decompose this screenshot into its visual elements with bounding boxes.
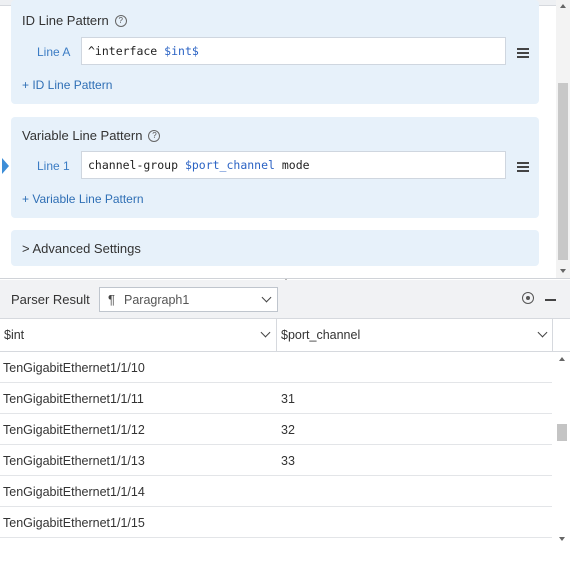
table-row[interactable]: TenGigabitEthernet1/1/10 [0,352,552,383]
cell-int: TenGigabitEthernet1/1/12 [3,423,145,437]
paragraph-select-value: Paragraph1 [124,293,190,307]
cell-port-channel: 31 [281,392,295,406]
cell-port-channel: 33 [281,454,295,468]
cell-int: TenGigabitEthernet1/1/14 [3,485,145,499]
table-scrollbar[interactable] [554,352,570,544]
cell-int: TenGigabitEthernet1/1/11 [3,392,144,406]
scrollbar-thumb[interactable] [558,83,568,260]
chevron-down-icon[interactable] [260,327,271,338]
scroll-up-arrow-icon[interactable] [559,357,565,361]
pattern-text: channel-group [88,158,185,172]
paragraph-select[interactable]: ¶ Paragraph1 [99,287,278,312]
column-header-port-channel[interactable]: $port_channel [277,319,553,351]
hamburger-menu-icon[interactable] [517,48,529,58]
pattern-editor-panel: ID Line Pattern ? Line A ^interface $int… [0,0,570,279]
column-header-int[interactable]: $int [0,319,277,351]
pattern-text: ^interface [88,44,165,58]
line-1-label: Line 1 [37,159,70,173]
cell-int: TenGigabitEthernet1/1/10 [3,361,145,375]
parser-result-label: Parser Result [11,292,90,307]
id-line-pattern-title-row: ID Line Pattern ? [22,13,127,28]
id-line-pattern-card: ID Line Pattern ? Line A ^interface $int… [11,0,539,104]
chevron-down-icon [261,292,272,303]
pattern-variable: $int$ [164,44,199,58]
scroll-down-arrow-icon[interactable] [559,537,565,541]
variable-line-pattern-title: Variable Line Pattern [22,128,143,143]
table-header: $int $port_channel [0,319,570,352]
hamburger-menu-icon[interactable] [517,162,529,172]
help-icon[interactable]: ? [114,14,127,27]
advanced-settings-label: > Advanced Settings [22,241,141,256]
table-row[interactable]: TenGigabitEthernet1/1/13 33 [0,445,552,476]
advanced-settings-toggle[interactable]: > Advanced Settings [11,230,539,266]
cell-port-channel: 32 [281,423,295,437]
id-line-pattern-input[interactable]: ^interface $int$ [81,37,506,65]
parser-result-panel: Parser Result ¶ Paragraph1 $int $port_ch… [0,280,570,550]
active-line-marker-icon [2,158,9,174]
column-header-label: $port_channel [281,328,361,342]
scrollbar-thumb[interactable] [557,424,567,441]
table-row[interactable]: TenGigabitEthernet1/1/11 31 [0,383,552,414]
minus-icon[interactable] [545,299,556,301]
scroll-up-arrow-icon[interactable] [560,4,566,8]
table-row[interactable]: TenGigabitEthernet1/1/12 32 [0,414,552,445]
upper-scrollbar[interactable] [556,0,570,278]
cell-int: TenGigabitEthernet1/1/13 [3,454,145,468]
variable-line-pattern-input[interactable]: channel-group $port_channel mode [81,151,506,179]
column-header-label: $int [4,328,25,342]
parser-result-table: TenGigabitEthernet1/1/10 TenGigabitEther… [0,352,552,542]
scroll-down-arrow-icon[interactable] [560,269,566,273]
parser-result-toolbar: Parser Result ¶ Paragraph1 [0,280,570,319]
id-line-pattern-title: ID Line Pattern [22,13,109,28]
chevron-down-icon[interactable] [537,327,548,338]
cell-int: TenGigabitEthernet1/1/15 [3,516,145,530]
add-id-line-pattern-link[interactable]: + ID Line Pattern [22,78,112,92]
help-icon[interactable]: ? [148,129,161,142]
paragraph-icon: ¶ [108,292,115,307]
variable-line-pattern-title-row: Variable Line Pattern ? [22,128,161,143]
pattern-suffix: mode [274,158,310,172]
pattern-variable: $port_channel [184,158,275,172]
variable-line-pattern-card: Variable Line Pattern ? Line 1 channel-g… [11,117,539,218]
table-row[interactable]: TenGigabitEthernet1/1/14 [0,476,552,507]
table-row[interactable]: TenGigabitEthernet1/1/15 [0,507,552,538]
line-a-label: Line A [37,45,71,59]
gear-icon[interactable] [522,292,534,304]
add-variable-line-pattern-link[interactable]: + Variable Line Pattern [22,192,144,206]
